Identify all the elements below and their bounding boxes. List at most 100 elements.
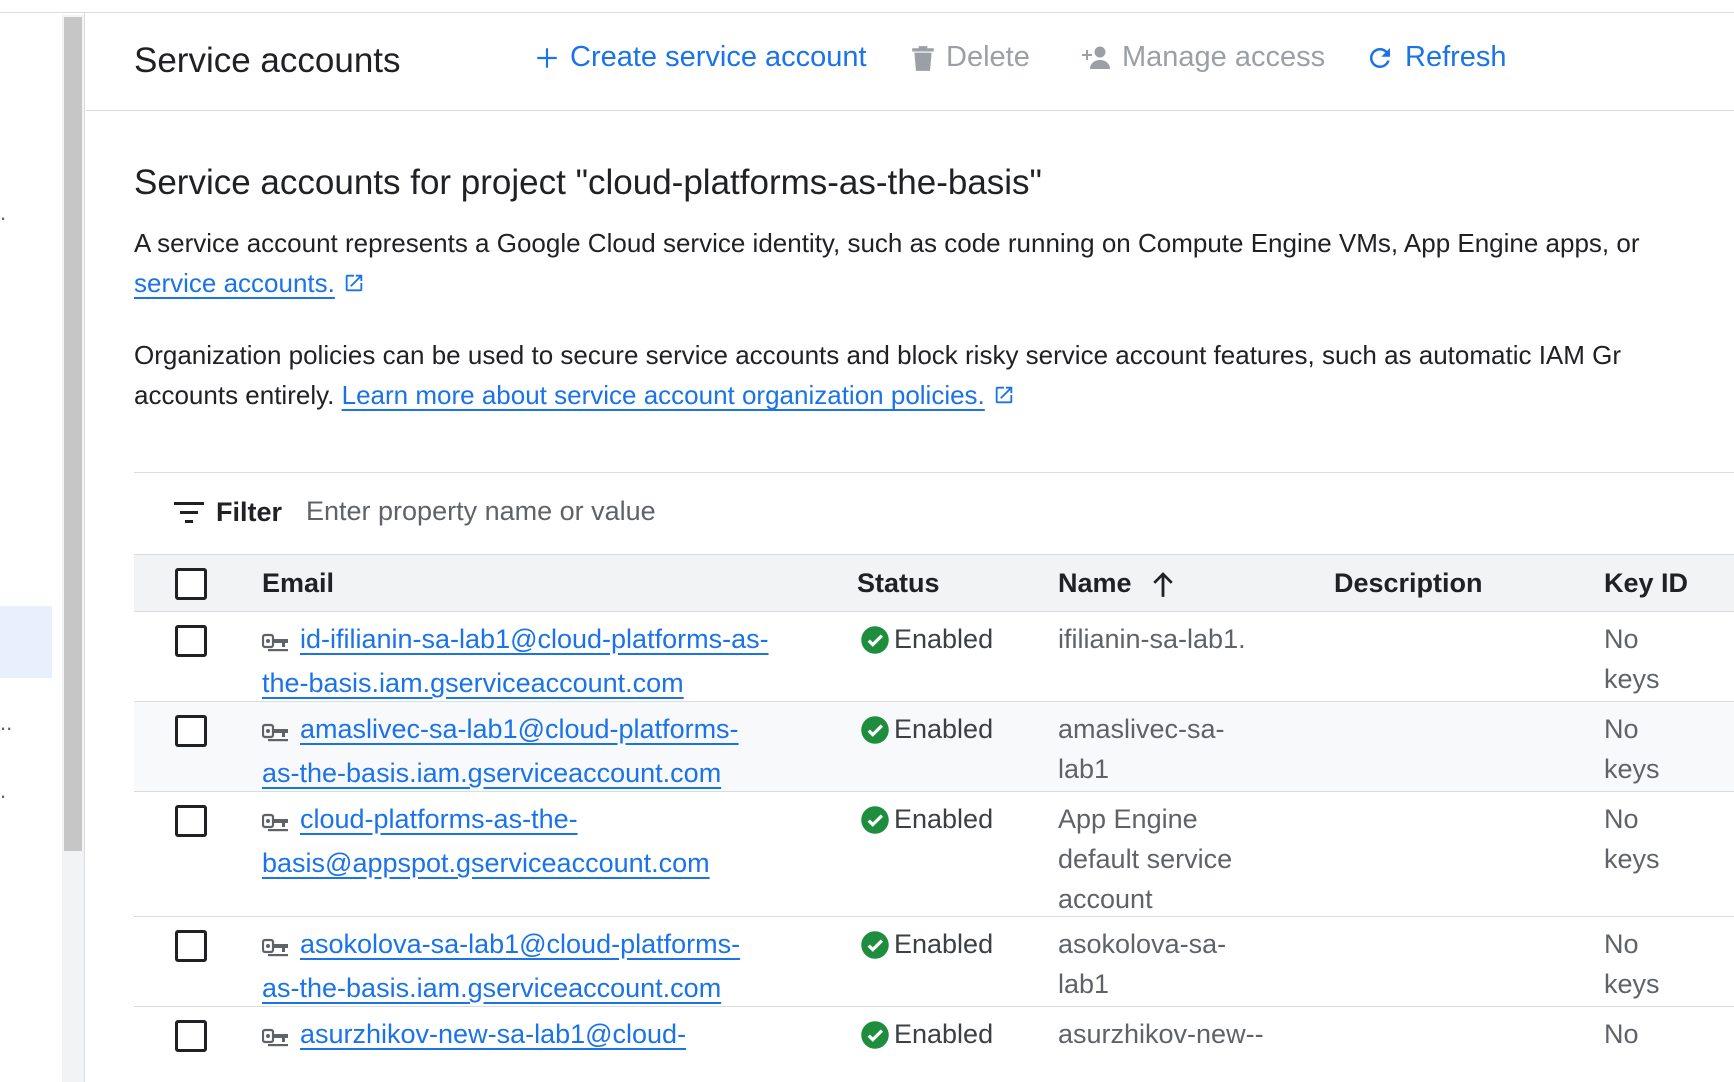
row-select-checkbox[interactable] [175, 1020, 207, 1052]
name-text: asokolova-sa- [1058, 929, 1227, 959]
delete-button[interactable]: Delete [910, 41, 1030, 74]
email-cell: asokolova-sa-lab1@cloud-platforms-as-the… [261, 924, 822, 1008]
section-heading: Service accounts for project "cloud-plat… [134, 163, 1042, 202]
status-cell: Enabled [860, 1019, 993, 1050]
nav-item-truncated[interactable]: . [0, 202, 6, 224]
service-accounts-table: Email Status Name Description Key ID id-… [134, 554, 1734, 1082]
row-select-checkbox[interactable] [175, 715, 207, 747]
filter-icon[interactable] [174, 501, 204, 525]
trash-icon [912, 45, 934, 71]
status-text: Enabled [894, 804, 994, 834]
name-text: asurzhikov-new-- [1058, 1019, 1264, 1049]
status-cell: Enabled [860, 929, 993, 960]
org-policies-learn-more-link[interactable]: Learn more about service account organiz… [342, 380, 985, 410]
column-header-key-id[interactable]: Key ID [1604, 568, 1688, 599]
nav-item-truncated[interactable]: . [0, 780, 6, 802]
key-id-text: keys [1604, 664, 1660, 694]
service-account-email-link[interactable]: cloud-platforms-as-the- [300, 804, 578, 834]
name-cell: ifilianin-sa-lab1. [1058, 619, 1246, 659]
service-account-email-link[interactable]: amaslivec-sa-lab1@cloud-platforms- [300, 714, 739, 744]
email-cell: cloud-platforms-as-the-basis@appspot.gse… [261, 799, 822, 883]
org-policy-text: accounts entirely. [134, 380, 335, 410]
row-select-checkbox[interactable] [175, 805, 207, 837]
service-account-email-link[interactable]: as-the-basis.iam.gserviceaccount.com [262, 973, 721, 1003]
column-header-name[interactable]: Name [1058, 568, 1176, 599]
left-nav-panel: . .. . [0, 13, 85, 1082]
table-row: asurzhikov-new-sa-lab1@cloud- Enabled asur… [134, 1007, 1734, 1082]
email-cell: amaslivec-sa-lab1@cloud-platforms-as-the… [261, 709, 822, 793]
row-select-checkbox[interactable] [175, 930, 207, 962]
service-account-email-link[interactable]: asokolova-sa-lab1@cloud-platforms- [300, 929, 740, 959]
name-cell: asurzhikov-new-- [1058, 1014, 1264, 1054]
key-id-cell: No keys [1604, 924, 1660, 1004]
key-id-text: No [1604, 714, 1639, 744]
manage-access-button[interactable]: Manage access [1082, 41, 1325, 74]
intro-paragraph-line1: A service account represents a Google Cl… [134, 228, 1640, 258]
service-account-email-link[interactable]: as-the-basis.iam.gserviceaccount.com [262, 758, 721, 788]
external-link-icon [345, 274, 363, 292]
nav-item-truncated[interactable]: .. [0, 712, 12, 734]
create-service-account-label: Create service account [570, 41, 867, 73]
service-account-email-link[interactable]: basis@appspot.gserviceaccount.com [262, 848, 710, 878]
key-id-cell: No keys [1604, 799, 1660, 879]
name-text: amaslivec-sa- [1058, 714, 1225, 744]
name-cell: asokolova-sa-lab1 [1058, 924, 1226, 1004]
column-header-email[interactable]: Email [262, 568, 334, 599]
org-policy-paragraph-line1: Organization policies can be used to sec… [134, 340, 1622, 370]
check-circle-icon [860, 625, 894, 655]
key-id-text: No [1604, 624, 1639, 654]
sort-ascending-icon[interactable] [1150, 570, 1176, 598]
name-cell: App Engine default service account [1058, 799, 1232, 919]
key-id-cell: No keys [1604, 709, 1660, 789]
service-account-email-link[interactable]: asurzhikov-new-sa-lab1@cloud- [300, 1019, 686, 1049]
name-text: App Engine [1058, 804, 1198, 834]
email-cell: id-ifilianin-sa-lab1@cloud-platforms-as-… [261, 619, 822, 703]
service-account-key-icon [261, 803, 290, 843]
intro-paragraph-line2: service accounts. [134, 263, 365, 303]
table-row: id-ifilianin-sa-lab1@cloud-platforms-as-… [134, 612, 1734, 702]
nav-scrollbar-thumb[interactable] [64, 17, 82, 851]
filter-label: Filter [216, 497, 283, 527]
filter-input[interactable] [306, 491, 1006, 531]
name-text: account [1058, 884, 1153, 914]
status-text: Enabled [894, 929, 994, 959]
status-text: Enabled [894, 624, 994, 654]
table-row: cloud-platforms-as-the-basis@appspot.gse… [134, 792, 1734, 917]
service-account-email-link[interactable]: id-ifilianin-sa-lab1@cloud-platforms-as- [300, 624, 769, 654]
row-select-checkbox[interactable] [175, 625, 207, 657]
key-id-text: keys [1604, 754, 1660, 784]
service-account-email-link[interactable]: the-basis.iam.gserviceaccount.com [262, 668, 684, 698]
table-row: asokolova-sa-lab1@cloud-platforms-as-the… [134, 917, 1734, 1007]
add-person-icon [1082, 46, 1110, 69]
column-header-status[interactable]: Status [857, 568, 940, 599]
name-text: lab1 [1058, 969, 1110, 999]
nav-item-selected[interactable] [0, 606, 52, 678]
refresh-label: Refresh [1405, 41, 1507, 73]
check-circle-icon [860, 1020, 894, 1050]
page-toolbar: Service accounts Create service account … [86, 13, 1734, 111]
column-header-description[interactable]: Description [1334, 568, 1483, 599]
table-body: id-ifilianin-sa-lab1@cloud-platforms-as-… [134, 612, 1734, 1082]
create-service-account-button[interactable]: Create service account [534, 41, 867, 74]
key-id-text: No [1604, 929, 1639, 959]
check-circle-icon [860, 805, 894, 835]
table-row: amaslivec-sa-lab1@cloud-platforms-as-the… [134, 702, 1734, 792]
status-cell: Enabled [860, 714, 993, 745]
plus-icon [537, 47, 557, 68]
service-account-key-icon [261, 928, 290, 968]
status-text: Enabled [894, 1019, 994, 1049]
service-account-key-icon [261, 713, 290, 753]
select-all-checkbox[interactable] [175, 568, 207, 600]
status-cell: Enabled [860, 624, 993, 655]
key-id-cell: No keys [1604, 619, 1660, 699]
page-title: Service accounts [134, 41, 401, 80]
org-policy-paragraph-line2: accounts entirely. Learn more about serv… [134, 375, 1015, 415]
table-header: Email Status Name Description Key ID [134, 554, 1734, 612]
service-accounts-docs-link[interactable]: service accounts. [134, 268, 335, 298]
key-id-text: No [1604, 1019, 1639, 1049]
email-cell: asurzhikov-new-sa-lab1@cloud- [261, 1014, 822, 1058]
page: . .. . Service accounts Create service a… [0, 0, 1734, 1082]
refresh-button[interactable]: Refresh [1365, 41, 1507, 74]
key-id-cell: No [1604, 1014, 1639, 1054]
service-account-key-icon [261, 1018, 290, 1058]
